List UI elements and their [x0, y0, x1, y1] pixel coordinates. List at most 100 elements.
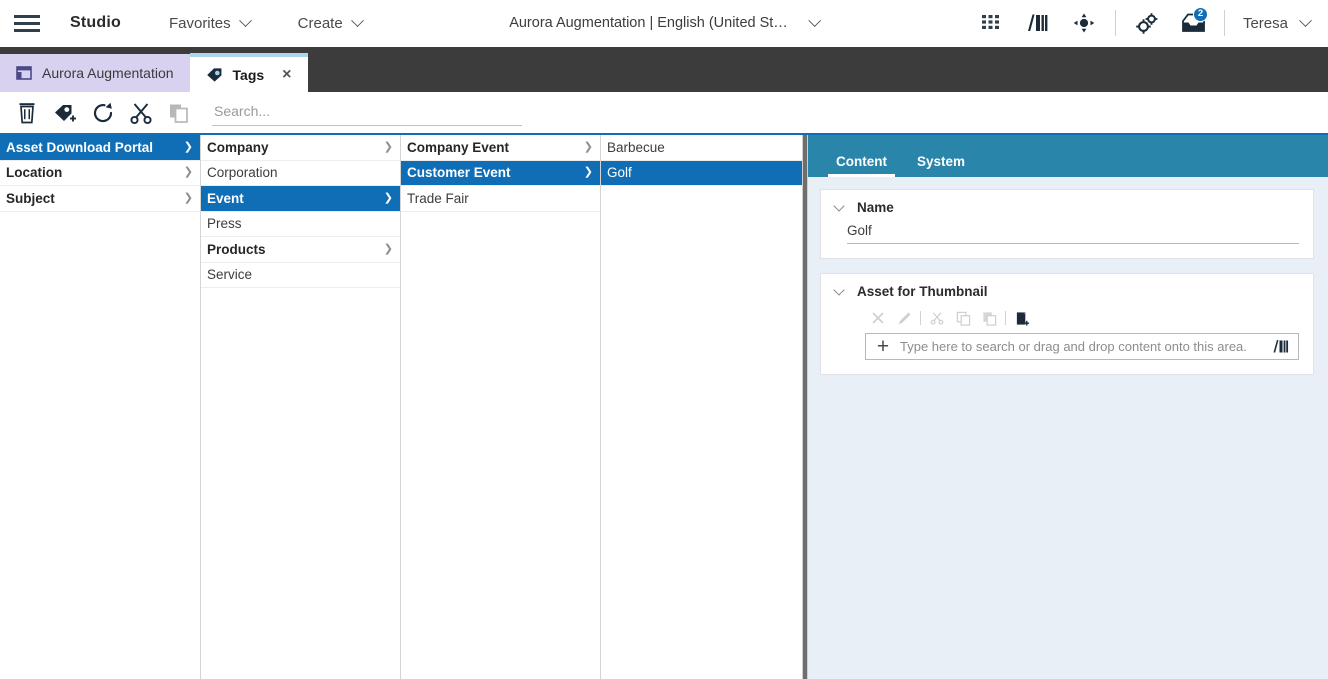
header-divider-2 — [1223, 10, 1225, 36]
tree-item-label: Location — [6, 165, 63, 181]
control-room-button[interactable] — [1061, 0, 1107, 47]
chevron-down-icon[interactable] — [833, 284, 845, 296]
tab-tags-label: Tags — [232, 66, 265, 83]
tree-item-event[interactable]: Event ❯ — [201, 186, 400, 212]
tree-item-trade-fair[interactable]: Trade Fair — [401, 186, 600, 212]
gears-icon — [1136, 13, 1158, 34]
close-x-icon — [872, 312, 884, 324]
chevron-down-icon[interactable] — [833, 200, 845, 212]
tree-item-label: Press — [207, 216, 242, 232]
app-brand-title: Studio — [70, 14, 121, 31]
tab-close-icon[interactable]: × — [282, 66, 291, 83]
main-body: Asset Download Portal ❯ Location ❯ Subje… — [0, 135, 1328, 679]
tree-item-label: Company — [207, 139, 269, 155]
asset-dropzone-placeholder: Type here to search or drag and drop con… — [900, 339, 1247, 354]
detail-tab-bar: Content System — [808, 135, 1328, 177]
add-asset-button[interactable]: + — [866, 334, 900, 359]
user-name-label: Teresa — [1242, 14, 1288, 32]
tree-item-golf[interactable]: Golf — [601, 160, 802, 186]
paste-button — [160, 94, 198, 132]
chevron-down-icon — [238, 13, 252, 27]
tree-item-label: Customer Event — [407, 165, 511, 181]
tree-item-label: Service — [207, 267, 253, 283]
tree-item-label: Subject — [6, 190, 55, 206]
tree-item-barbecue[interactable]: Barbecue — [601, 135, 802, 161]
cut-button[interactable] — [122, 94, 160, 132]
paste-icon — [170, 104, 188, 123]
apps-grid-button[interactable] — [969, 0, 1015, 47]
chevron-right-icon: ❯ — [183, 191, 193, 204]
nav-create-label: Create — [297, 14, 343, 32]
library-books-icon — [1027, 14, 1048, 31]
search-input[interactable] — [212, 99, 522, 126]
cut-button — [924, 308, 950, 328]
tab-content[interactable]: Content — [828, 154, 895, 177]
site-language-label: Aurora Augmentation | English (United St… — [509, 15, 788, 31]
detail-panel: Content System Name Golf Asset for Thumb… — [808, 135, 1328, 679]
nav-create[interactable]: Create — [297, 13, 364, 32]
inbox-button[interactable]: 2 — [1170, 0, 1216, 47]
name-section-header: Name — [833, 200, 1299, 215]
search-field-wrapper — [212, 99, 522, 126]
tree-item-label: Event — [207, 190, 244, 206]
tab-tags[interactable]: Tags × — [189, 53, 308, 92]
asset-link-toolbar — [865, 307, 1299, 329]
new-tag-button[interactable] — [46, 94, 84, 132]
tree-item-service[interactable]: Service — [201, 263, 400, 288]
name-section-title: Name — [857, 200, 894, 215]
name-value-field[interactable]: Golf — [847, 223, 1299, 244]
user-menu[interactable]: Teresa — [1242, 13, 1312, 32]
tree-item-location[interactable]: Location ❯ — [0, 161, 200, 186]
chevron-down-icon — [807, 13, 821, 27]
nav-favorites[interactable]: Favorites — [169, 13, 252, 32]
header-actions: 2 Teresa — [969, 0, 1328, 47]
tree-item-press[interactable]: Press — [201, 212, 400, 237]
remove-link-button — [865, 308, 891, 328]
library-button[interactable] — [1015, 0, 1061, 47]
detail-panel-body: Name Golf Asset for Thumbnail + Type her… — [808, 177, 1328, 679]
header-divider — [1114, 10, 1116, 36]
tree-item-label: Golf — [607, 165, 632, 181]
delete-button[interactable] — [8, 94, 46, 132]
tree-item-label: Corporation — [207, 165, 278, 181]
tree-item-label: Barbecue — [607, 139, 665, 155]
asset-thumbnail-title: Asset for Thumbnail — [857, 284, 988, 299]
tree-item-products[interactable]: Products ❯ — [201, 237, 400, 263]
reload-button[interactable] — [84, 94, 122, 132]
copy-icon — [956, 311, 970, 326]
tree-item-company-event[interactable]: Company Event ❯ — [401, 135, 600, 161]
settings-button[interactable] — [1124, 0, 1170, 47]
taxonomy-level4-column: Barbecue Golf — [601, 135, 802, 679]
inbox-badge: 2 — [1192, 6, 1208, 22]
paste-button — [976, 308, 1002, 328]
tree-item-company[interactable]: Company ❯ — [201, 135, 400, 161]
tab-system[interactable]: System — [909, 154, 973, 177]
tree-item-asset-download-portal[interactable]: Asset Download Portal ❯ — [0, 135, 200, 161]
tab-aurora-augmentation[interactable]: Aurora Augmentation — [0, 54, 190, 92]
chevron-right-icon: ❯ — [383, 140, 393, 153]
tree-item-label: Trade Fair — [407, 190, 469, 206]
name-section: Name Golf — [820, 189, 1314, 259]
chevron-down-icon — [1299, 13, 1312, 27]
create-content-button[interactable] — [1009, 308, 1035, 328]
asset-thumbnail-header: Asset for Thumbnail — [833, 284, 1299, 299]
site-language-selector[interactable]: Aurora Augmentation | English (United St… — [509, 13, 821, 31]
site-window-icon — [16, 65, 32, 81]
tree-item-corporation[interactable]: Corporation — [201, 161, 400, 186]
paste-icon — [982, 311, 996, 326]
library-picker-button[interactable] — [1270, 338, 1292, 355]
tree-item-customer-event[interactable]: Customer Event ❯ — [401, 160, 600, 186]
reload-icon — [93, 102, 113, 122]
hamburger-menu-button[interactable] — [0, 0, 54, 47]
taxonomy-level3-column: Company Event ❯ Customer Event ❯ Trade F… — [401, 135, 601, 679]
edit-button — [891, 308, 917, 328]
tree-item-subject[interactable]: Subject ❯ — [0, 186, 200, 212]
tree-item-label: Products — [207, 241, 266, 257]
taxonomy-browser: Asset Download Portal ❯ Location ❯ Subje… — [0, 135, 802, 679]
toolbar-divider-2 — [1005, 311, 1006, 325]
asset-dropzone[interactable]: + Type here to search or drag and drop c… — [865, 333, 1299, 360]
tree-item-label: Company Event — [407, 139, 510, 155]
chevron-down-icon — [350, 13, 364, 27]
chevron-right-icon: ❯ — [383, 191, 393, 204]
hamburger-icon — [14, 11, 40, 36]
